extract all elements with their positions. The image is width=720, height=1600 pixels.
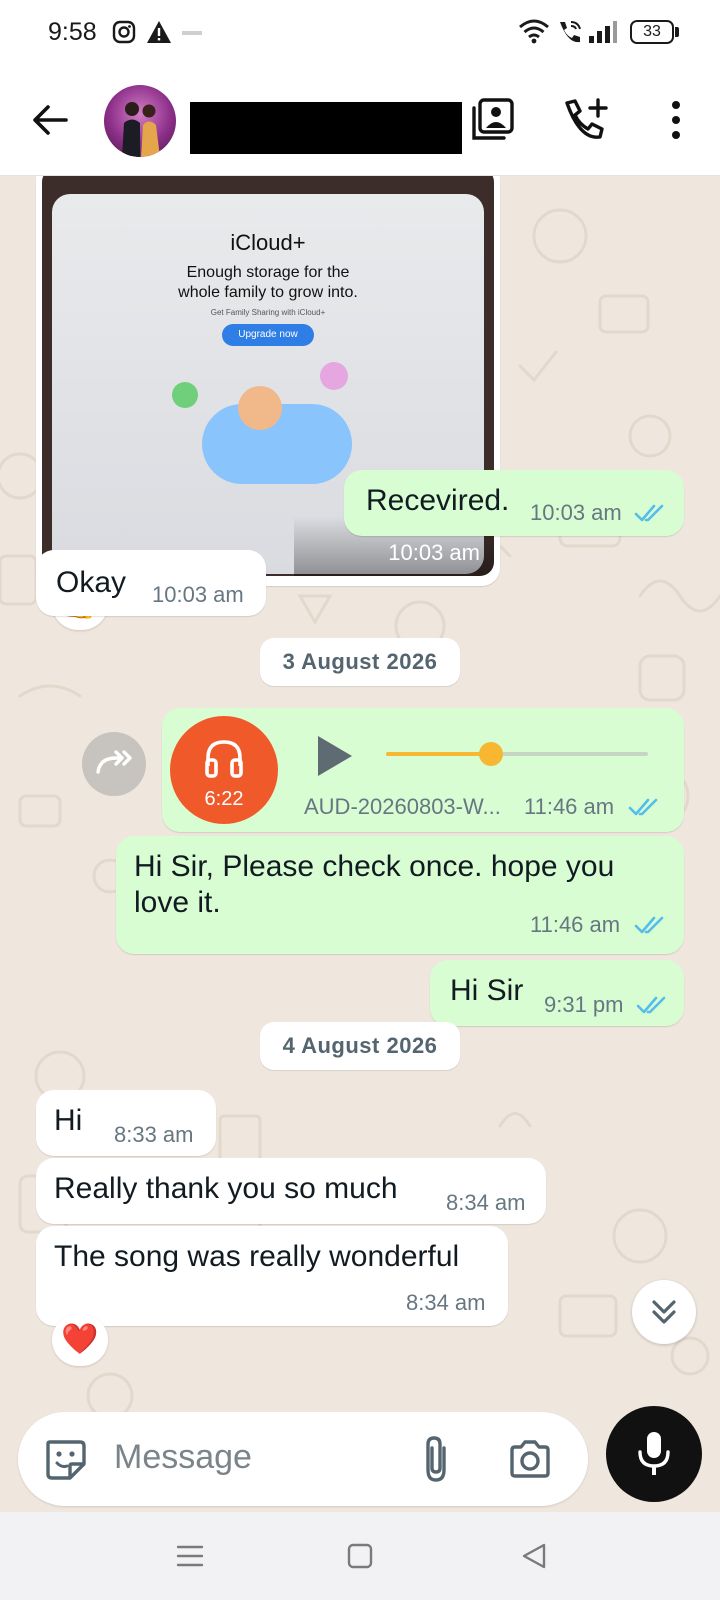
date-chip: 3 August 2026 [260,638,460,686]
read-ticks-icon [634,504,664,522]
small-app-icon [182,31,202,35]
headphones-icon [205,740,243,778]
photo-line2: whole family to grow into. [178,284,358,301]
outgoing-message[interactable]: Recevired. 10:03 am [344,470,684,536]
battery-level: 33 [643,23,661,40]
audio-filename: AUD-20260803-W... [304,794,501,819]
outgoing-message[interactable]: Hi Sir, Please check once. hope you love… [116,836,684,954]
instagram-icon [112,20,136,44]
message-time: 9:31 pm [544,992,624,1017]
message-time: 8:34 am [406,1290,486,1315]
audio-avatar: 6:22 [170,716,278,824]
outgoing-message[interactable]: Hi Sir 9:31 pm [430,960,684,1026]
audio-duration: 6:22 [204,788,244,810]
chat-area[interactable]: iCloud+ Enough storage for the whole fam… [0,176,720,1512]
wifi-icon [519,19,549,44]
message-text: Recevired. [366,484,510,517]
play-icon[interactable] [312,732,356,780]
read-ticks-icon [636,996,666,1014]
home-square-icon[interactable] [346,1542,374,1570]
message-text-line1: Hi Sir, Please check once. hope you [134,850,615,883]
read-ticks-icon [628,798,658,816]
message-time: 10:03 am [530,500,622,525]
incoming-message[interactable]: Really thank you so much 8:34 am [36,1158,546,1224]
mic-icon [638,1432,670,1475]
back-arrow-icon[interactable] [28,98,72,142]
read-ticks-icon [634,916,664,934]
heart-reaction[interactable]: ❤️ [52,1314,108,1366]
contact-card-icon[interactable] [468,94,520,146]
photo-memoji [238,386,282,430]
wifi-call-icon [560,21,581,43]
sticker-icon[interactable] [42,1436,88,1482]
status-time: 9:58 [48,18,97,46]
camera-icon[interactable] [508,1438,552,1480]
photo-brand: iCloud+ [230,230,306,255]
message-time: 8:34 am [446,1190,526,1215]
attach-icon[interactable] [418,1434,454,1484]
contact-avatar[interactable] [104,85,176,157]
incoming-message[interactable]: The song was really wonderful 8:34 am [36,1226,508,1326]
signal-icon [589,21,617,43]
photo-upgrade-button: Upgrade now [222,324,314,346]
message-time: 11:46 am [524,794,615,819]
scroll-down-button[interactable] [632,1280,696,1344]
message-text: Hi Sir [450,974,524,1007]
recents-menu-icon[interactable] [176,1542,204,1570]
incoming-message[interactable]: Okay 10:03 am [36,550,266,616]
photo-line1: Enough storage for the [186,264,350,281]
message-composer[interactable]: Message [18,1412,588,1506]
battery-icon: 33 [630,20,679,44]
chat-header [0,66,720,176]
add-call-icon[interactable] [560,94,612,146]
message-time: 10:03 am [152,582,244,607]
system-nav-bar [0,1512,720,1600]
message-text: Okay [56,566,127,599]
message-text: The song was really wonderful [54,1240,460,1273]
audio-message[interactable]: 6:22 AUD-20260803-W... 11:46 am [162,708,684,832]
message-time: 11:46 am [530,912,621,937]
photo-small-text: Get Family Sharing with iCloud+ [210,308,326,317]
status-bar: 9:58 33 [0,0,720,66]
back-triangle-icon[interactable] [520,1542,548,1570]
forward-button[interactable] [82,732,146,796]
message-text: Hi [54,1104,83,1137]
forward-icon [96,750,132,774]
message-text: Really thank you so much [54,1172,398,1205]
mic-button[interactable] [606,1406,702,1502]
incoming-message[interactable]: Hi 8:33 am [36,1090,216,1156]
message-input[interactable]: Message [114,1438,252,1477]
date-chip: 4 August 2026 [260,1022,460,1070]
double-chevron-down-icon [652,1300,676,1324]
message-time: 8:33 am [114,1122,194,1147]
contact-name-redacted[interactable] [190,102,462,154]
audio-seek-knob[interactable] [478,742,503,766]
more-vert-icon[interactable] [650,94,702,146]
audio-progress [386,752,491,756]
audio-track[interactable] [386,742,648,766]
message-time: 10:03 am [388,540,480,565]
alert-icon [147,21,171,43]
message-text-line2: love it. [134,886,221,919]
